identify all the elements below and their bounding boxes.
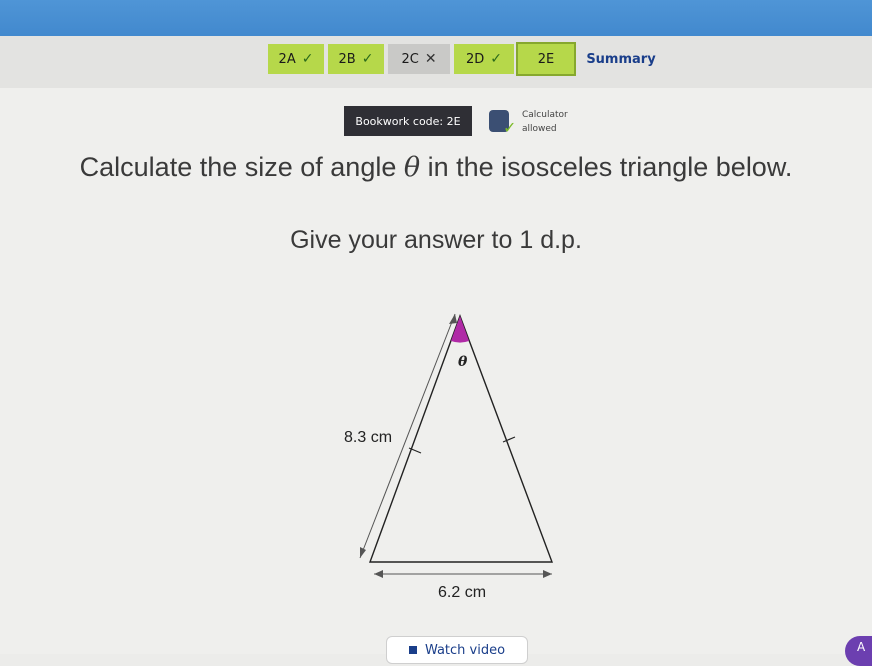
arrowhead-icon [374,570,383,578]
arrowhead-icon [449,314,457,324]
question-line1-after: in the isosceles triangle below. [420,152,793,182]
calculator-allowed-check-icon: ✓ [503,118,517,137]
isosceles-triangle-diagram: θ 8.3 cm 6.2 cm [344,313,554,601]
corner-help-button[interactable]: A [845,636,872,666]
tab-2a[interactable]: 2A ✓ [268,44,324,74]
side-length-label: 8.3 cm [344,429,392,446]
tab-2e[interactable]: 2E [516,42,576,76]
watch-video-label: Watch video [424,642,506,658]
calculator-line2: allowed [522,124,557,134]
calculator-line1: Calculator [522,110,568,120]
tick-icon: ✓ [301,51,314,67]
tab-2c-label: 2C [401,51,419,67]
question-theta: θ [403,152,421,183]
question-text-line2: Give your answer to 1 d.p. [290,226,582,254]
tab-summary[interactable]: Summary [578,44,664,74]
bookwork-code-badge: Bookwork code: 2E [344,106,472,136]
angle-label: θ [458,354,468,370]
tab-2b-label: 2B [338,51,356,67]
tab-2e-label: 2E [537,51,555,67]
tick-icon: ✓ [361,51,374,67]
tab-2b[interactable]: 2B ✓ [328,44,384,74]
video-icon [408,646,417,654]
arrowhead-icon [360,547,366,558]
watch-video-button[interactable]: Watch video [386,636,528,664]
base-length-label: 6.2 cm [438,584,486,601]
triangle-outline [368,313,554,563]
question-text-line1: Calculate the size of angle θ in the iso… [0,152,872,183]
question-line1-before: Calculate the size of angle [79,152,404,182]
arrowhead-icon [543,570,552,578]
tab-2c[interactable]: 2C ✕ [388,44,450,74]
tab-2a-label: 2A [278,51,296,67]
calculator-allowed-note: Calculator allowed [522,108,568,136]
tab-summary-label: Summary [586,51,656,67]
tick-icon: ✓ [490,51,502,67]
cross-icon: ✕ [424,51,437,67]
tab-2d[interactable]: 2D ✓ [454,44,514,74]
tab-2d-label: 2D [465,51,485,67]
